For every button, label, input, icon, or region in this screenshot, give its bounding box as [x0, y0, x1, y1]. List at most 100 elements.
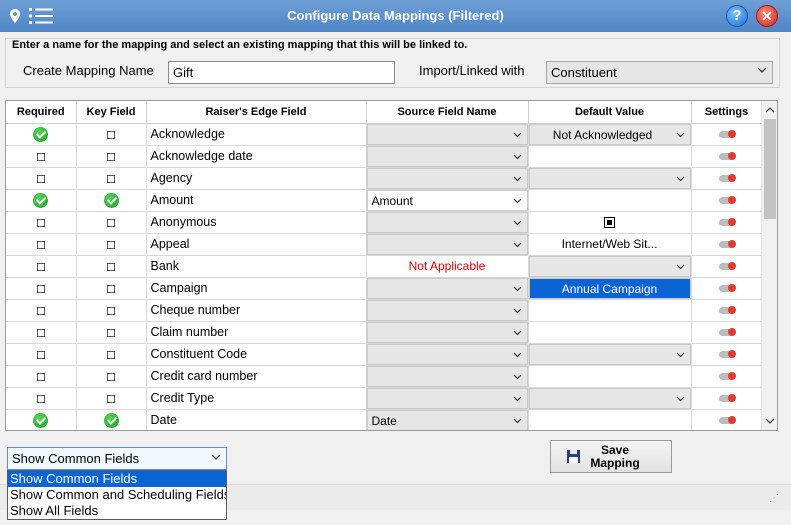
default-value-input[interactable] [529, 190, 691, 211]
close-icon[interactable]: ✕ [756, 5, 778, 27]
source-field-select[interactable] [366, 321, 528, 343]
settings-toggle-icon[interactable] [718, 394, 736, 403]
dropdown-option[interactable]: Show All Fields [8, 503, 226, 519]
required-checkbox[interactable] [36, 372, 45, 381]
column-header[interactable]: Default Value [528, 101, 692, 124]
source-field-select[interactable] [366, 211, 528, 233]
scroll-down-icon[interactable] [765, 416, 775, 426]
key-field-checkbox[interactable] [107, 284, 115, 293]
key-field-checkbox[interactable] [107, 328, 115, 337]
required-checkbox[interactable] [36, 218, 45, 227]
table-row[interactable]: Bank Not Applicable [6, 255, 763, 278]
dropdown-option[interactable]: Show Common Fields [8, 471, 226, 487]
table-row[interactable]: Acknowledge Not Acknowledged [6, 123, 763, 146]
help-icon[interactable]: ? [726, 5, 748, 27]
table-row[interactable]: Appeal Internet/Web Sit... [6, 233, 763, 256]
source-field-select[interactable] [366, 167, 528, 189]
required-checkbox[interactable] [36, 262, 45, 271]
default-value-input[interactable] [529, 146, 691, 167]
required-checkbox[interactable] [36, 174, 45, 183]
source-field-select[interactable] [366, 123, 528, 145]
default-value-select[interactable]: Not Acknowledged [528, 123, 691, 145]
settings-toggle-icon[interactable] [718, 306, 736, 315]
vertical-scrollbar[interactable] [761, 101, 777, 430]
source-field-select[interactable] [366, 145, 528, 167]
default-value-select[interactable]: Annual Campaign [528, 277, 691, 299]
table-row[interactable]: Campaign Annual Campaign [6, 277, 763, 300]
table-row[interactable]: Agency [6, 167, 763, 190]
default-value-input[interactable] [529, 410, 691, 431]
required-checkbox[interactable] [36, 240, 45, 249]
scroll-up-icon[interactable] [765, 105, 775, 115]
key-field-checkbox[interactable] [107, 306, 115, 315]
key-field-checkbox[interactable] [107, 262, 115, 271]
default-value-text[interactable]: Internet/Web Sit... [529, 237, 691, 251]
green-check-icon[interactable] [33, 126, 49, 142]
required-checkbox[interactable] [36, 306, 45, 315]
source-field-select[interactable] [366, 233, 528, 255]
table-row[interactable]: Date Date [6, 409, 763, 431]
source-field-select[interactable] [366, 387, 528, 409]
green-check-icon[interactable] [103, 412, 119, 428]
column-header[interactable]: Required [6, 101, 77, 124]
table-row[interactable]: Cheque number [6, 299, 763, 322]
default-value-input[interactable] [529, 322, 691, 343]
key-field-checkbox[interactable] [107, 218, 115, 227]
default-value-select[interactable] [528, 387, 691, 409]
key-field-checkbox[interactable] [107, 130, 115, 139]
key-field-checkbox[interactable] [107, 394, 115, 403]
default-value-input[interactable] [529, 366, 691, 387]
linked-with-select[interactable]: Constituent [546, 61, 773, 84]
settings-toggle-icon[interactable] [718, 130, 736, 139]
green-check-icon[interactable] [33, 412, 49, 428]
settings-toggle-icon[interactable] [718, 416, 736, 425]
resize-grip-icon[interactable]: ⋰ [769, 493, 779, 504]
dropdown-option[interactable]: Show Common and Scheduling Fields [8, 487, 226, 503]
table-row[interactable]: Credit card number [6, 365, 763, 388]
required-checkbox[interactable] [36, 284, 45, 293]
mapping-name-input[interactable]: Gift [168, 61, 395, 84]
key-field-checkbox[interactable] [107, 240, 115, 249]
source-field-select[interactable] [366, 365, 528, 387]
settings-toggle-icon[interactable] [718, 218, 736, 227]
column-header[interactable]: Settings [691, 101, 763, 124]
table-row[interactable]: Claim number [6, 321, 763, 344]
default-value-select[interactable] [528, 255, 691, 277]
column-header[interactable]: Key Field [76, 101, 147, 124]
key-field-checkbox[interactable] [107, 372, 115, 381]
scrollbar-thumb[interactable] [764, 119, 776, 219]
table-row[interactable]: Credit Type [6, 387, 763, 410]
green-check-icon[interactable] [103, 192, 119, 208]
show-fields-select[interactable]: Show Common Fields [7, 447, 227, 470]
required-checkbox[interactable] [36, 394, 45, 403]
key-field-checkbox[interactable] [107, 152, 115, 161]
required-checkbox[interactable] [36, 328, 45, 337]
default-value-checkbox[interactable] [604, 217, 615, 229]
source-field-select[interactable]: Amount [366, 189, 528, 211]
source-field-select[interactable] [366, 299, 528, 321]
settings-toggle-icon[interactable] [718, 174, 736, 183]
settings-toggle-icon[interactable] [718, 152, 736, 161]
required-checkbox[interactable] [36, 350, 45, 359]
default-value-select[interactable] [528, 343, 691, 365]
settings-toggle-icon[interactable] [718, 372, 736, 381]
table-row[interactable]: Anonymous [6, 211, 763, 234]
column-header[interactable]: Raiser's Edge Field [146, 101, 367, 124]
source-field-select[interactable] [366, 277, 528, 299]
table-row[interactable]: Amount Amount [6, 189, 763, 212]
key-field-checkbox[interactable] [107, 174, 115, 183]
source-field-select[interactable]: Date [366, 409, 528, 430]
key-field-checkbox[interactable] [107, 350, 115, 359]
settings-toggle-icon[interactable] [718, 350, 736, 359]
source-field-select[interactable] [366, 343, 528, 365]
save-mapping-button[interactable]: Save Mapping [550, 440, 672, 473]
required-checkbox[interactable] [36, 152, 45, 161]
green-check-icon[interactable] [33, 192, 49, 208]
default-value-select[interactable] [528, 167, 691, 189]
default-value-input[interactable] [529, 300, 691, 321]
settings-toggle-icon[interactable] [718, 328, 736, 337]
settings-toggle-icon[interactable] [718, 196, 736, 205]
column-header[interactable]: Source Field Name [366, 101, 529, 124]
table-row[interactable]: Constituent Code [6, 343, 763, 366]
settings-toggle-icon[interactable] [718, 262, 736, 271]
